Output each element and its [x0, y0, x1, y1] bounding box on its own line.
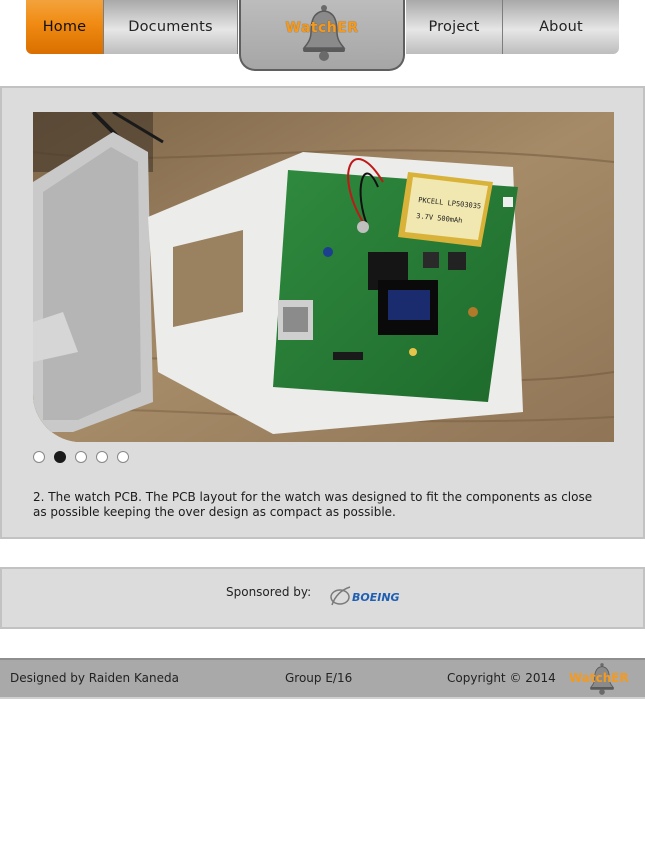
nav-documents-label: Documents [128, 19, 213, 35]
slide-image-watch-pcb[interactable]: PKCELL LP503035 3.7V 500mAh [33, 112, 614, 442]
slider-dot-2[interactable] [54, 451, 66, 463]
nav-about-label: About [539, 19, 583, 35]
slider-dot-5[interactable] [117, 451, 129, 463]
slide-caption: 2. The watch PCB. The PCB layout for the… [33, 490, 593, 519]
nav-home-label: Home [42, 19, 87, 35]
slider-pagination [33, 451, 129, 465]
boeing-logo[interactable]: BOEING [328, 583, 424, 609]
footer: Designed by Raiden Kaneda Group E/16 Cop… [0, 658, 645, 699]
footer-logo-text: WatchER [569, 671, 629, 685]
slider-panel: PKCELL LP503035 3.7V 500mAh 2. The watch… [0, 86, 645, 539]
slider-dot-4[interactable] [96, 451, 108, 463]
logo-text: WatchER [285, 20, 359, 36]
footer-logo[interactable]: WatchER [567, 662, 639, 696]
pcb-photo: PKCELL LP503035 3.7V 500mAh [33, 112, 614, 442]
nav-documents[interactable]: Documents [104, 0, 238, 54]
nav-project[interactable]: Project [406, 0, 503, 54]
slider-dot-3[interactable] [75, 451, 87, 463]
sponsor-bar: Sponsored by: BOEING [0, 567, 645, 629]
boeing-logo-text: BOEING [352, 591, 400, 604]
footer-group: Group E/16 [285, 671, 353, 685]
nav-home[interactable]: Home [26, 0, 104, 54]
footer-designer: Designed by Raiden Kaneda [10, 671, 179, 685]
sponsor-label: Sponsored by: [226, 585, 312, 599]
slider-dot-1[interactable] [33, 451, 45, 463]
footer-copyright: Copyright © 2014 [447, 671, 556, 685]
logo-home-link[interactable]: WatchER [239, 0, 405, 71]
nav-about[interactable]: About [503, 0, 619, 54]
nav-project-label: Project [428, 19, 480, 35]
